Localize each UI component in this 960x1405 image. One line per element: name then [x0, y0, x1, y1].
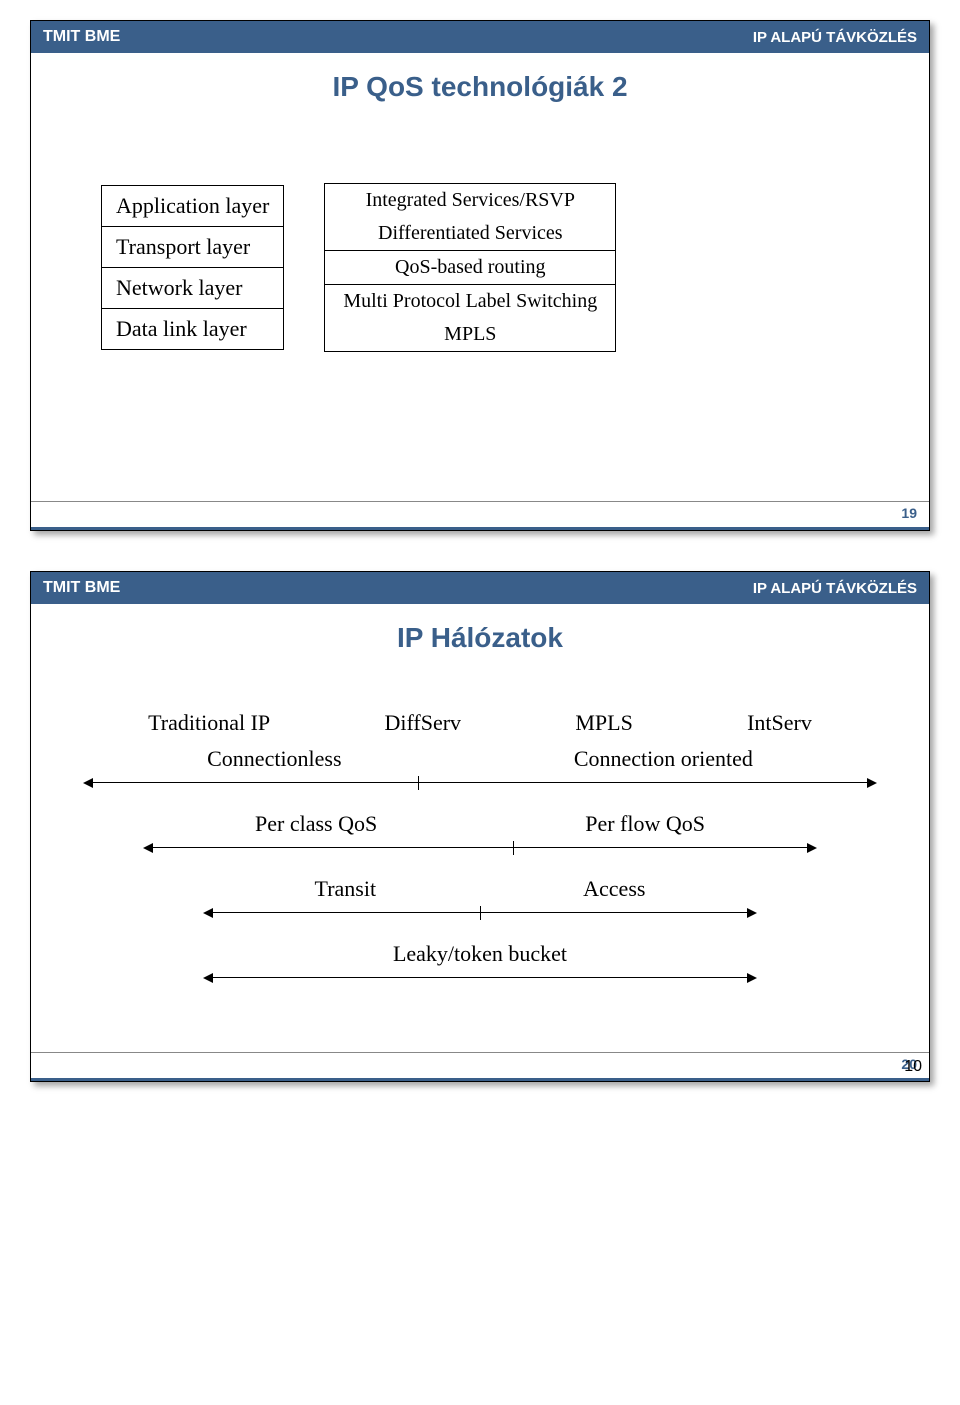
qos-intserv: Integrated Services/RSVP	[325, 184, 616, 218]
qos-mpls: MPLS	[325, 318, 616, 352]
header-right: IP ALAPÚ TÁVKÖZLÉS	[753, 29, 917, 46]
slide-20: TMIT BME IP ALAPÚ TÁVKÖZLÉS IP Hálózatok…	[30, 571, 930, 1082]
lbl-mpls: MPLS	[575, 710, 632, 736]
lbl-per-class-qos: Per class QoS	[255, 811, 377, 837]
row1-labels: Traditional IP DiffServ MPLS IntServ	[91, 710, 869, 736]
lbl-access: Access	[583, 876, 645, 902]
slide-footer: 20	[31, 1052, 929, 1081]
slide-footer: 19	[31, 501, 929, 530]
lbl-leaky-token: Leaky/token bucket	[393, 941, 567, 967]
row4-labels: Transit Access	[211, 876, 749, 902]
slide-body: Traditional IP DiffServ MPLS IntServ Con…	[31, 664, 929, 1044]
qos-diffserv: Differentiated Services	[325, 217, 616, 251]
row3-labels: Per class QoS Per flow QoS	[151, 811, 809, 837]
row5-labels: Leaky/token bucket	[211, 941, 749, 967]
lbl-connection-oriented: Connection oriented	[574, 746, 753, 772]
layer-transport: Transport layer	[102, 227, 284, 268]
header-left: TMIT BME	[43, 28, 120, 46]
qos-table: Integrated Services/RSVP Differentiated …	[324, 153, 616, 382]
layer-datalink: Data link layer	[102, 309, 284, 350]
qos-routing: QoS-based routing	[325, 251, 616, 285]
page-number: 10	[904, 1058, 922, 1076]
slide-title: IP QoS technológiák 2	[31, 71, 929, 103]
lbl-transit: Transit	[315, 876, 377, 902]
slide-body: Application layer Transport layer Networ…	[31, 113, 929, 493]
slide-number: 19	[901, 505, 917, 521]
header-bar: TMIT BME IP ALAPÚ TÁVKÖZLÉS	[31, 21, 929, 53]
header-bar: TMIT BME IP ALAPÚ TÁVKÖZLÉS	[31, 572, 929, 604]
axis-3	[211, 912, 749, 913]
qos-mpls-full: Multi Protocol Label Switching	[325, 285, 616, 319]
slide-title: IP Hálózatok	[31, 622, 929, 654]
lbl-per-flow-qos: Per flow QoS	[585, 811, 705, 837]
lbl-connectionless: Connectionless	[207, 746, 341, 772]
header-right: IP ALAPÚ TÁVKÖZLÉS	[753, 580, 917, 597]
row2-labels: Connectionless Connection oriented	[91, 746, 869, 772]
lbl-intserv: IntServ	[747, 710, 812, 736]
layer-network: Network layer	[102, 268, 284, 309]
header-left: TMIT BME	[43, 579, 120, 597]
lbl-diffserv: DiffServ	[384, 710, 461, 736]
axis-2	[151, 847, 809, 848]
layer-application: Application layer	[102, 186, 284, 227]
lbl-traditional-ip: Traditional IP	[148, 710, 270, 736]
axis-4	[211, 977, 749, 978]
layers-table: Application layer Transport layer Networ…	[101, 153, 284, 382]
slide-19: TMIT BME IP ALAPÚ TÁVKÖZLÉS IP QoS techn…	[30, 20, 930, 531]
axis-1	[91, 782, 869, 783]
